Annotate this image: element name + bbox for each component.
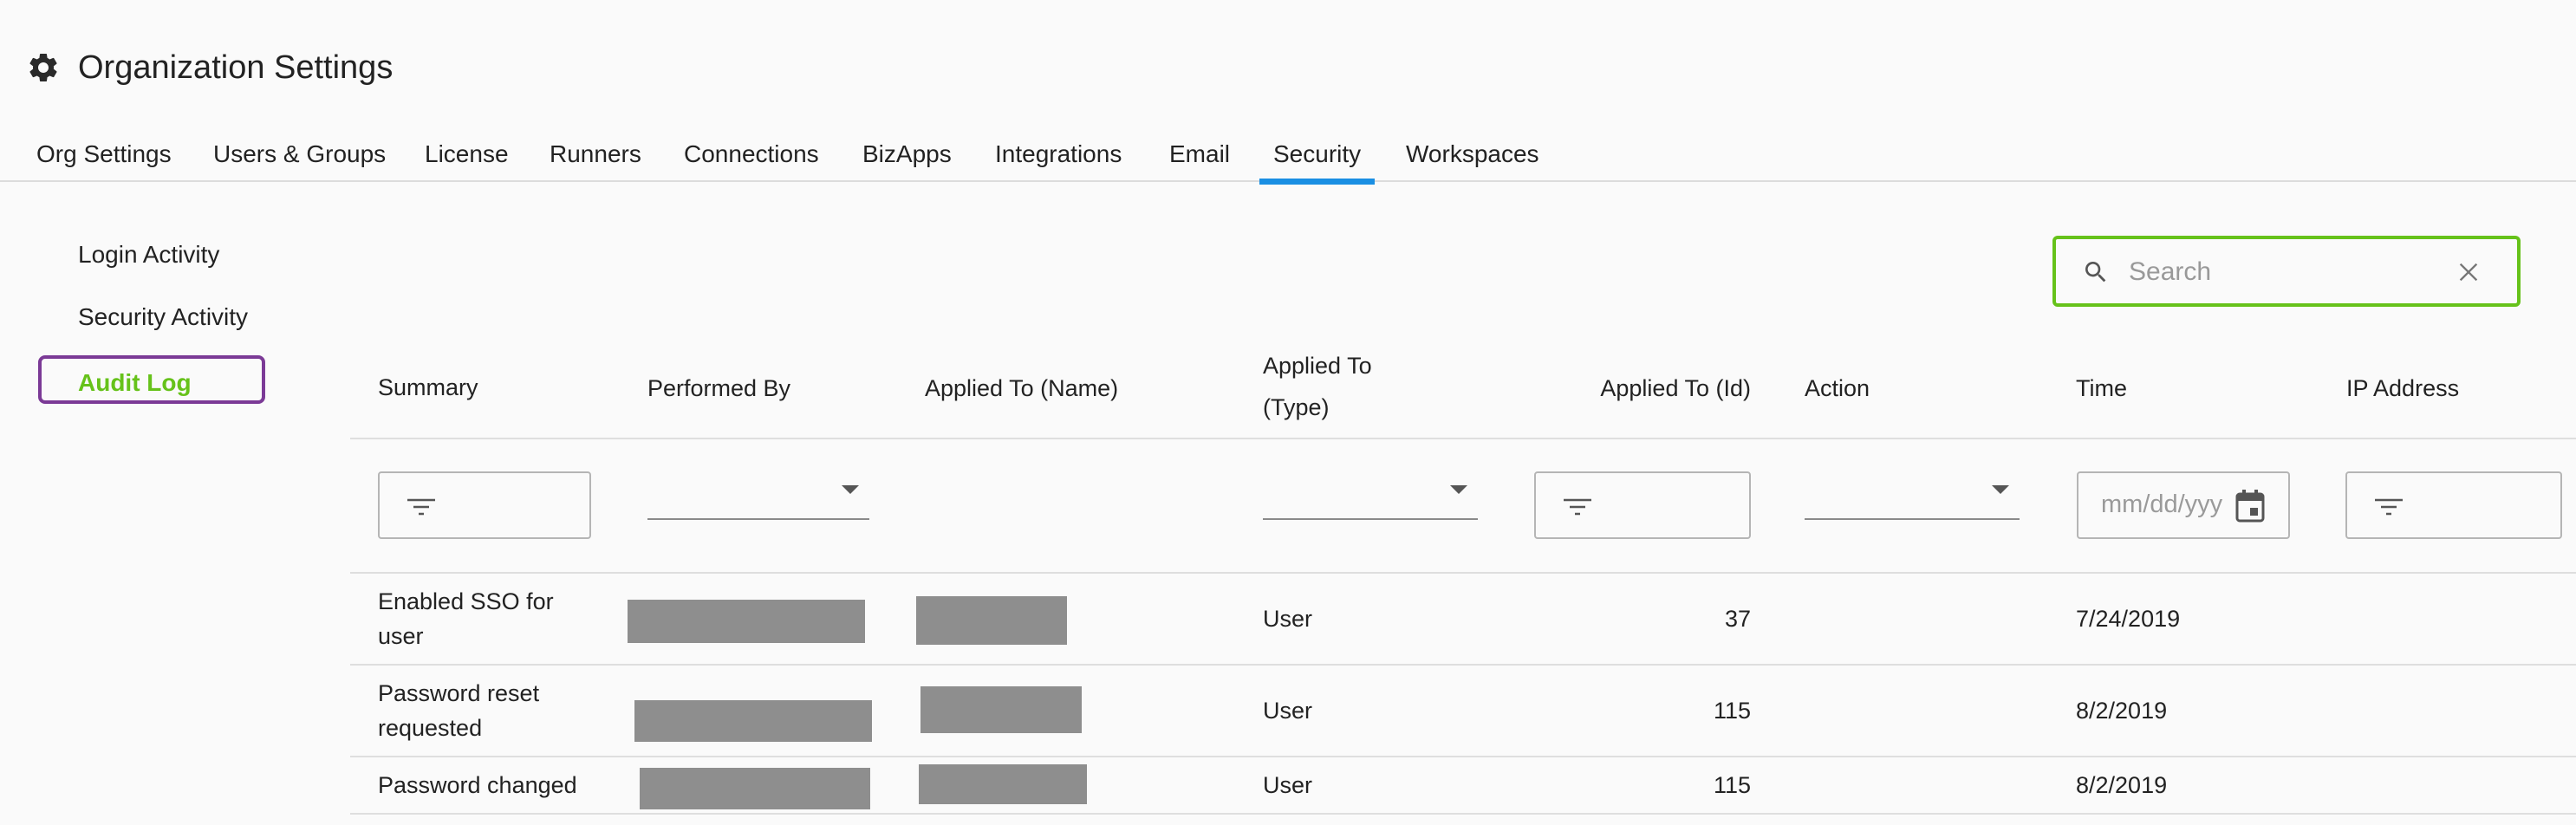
column-header-applied-to-id[interactable]: Applied To (Id) [1491,367,1751,409]
sidebar-item-audit-log[interactable]: Audit Log [38,355,265,404]
cell-time: 8/2/2019 [2076,772,2168,798]
cell-time: 8/2/2019 [2076,698,2168,724]
cell-summary: Password reset requested [378,680,540,741]
settings-tabs: Org Settings Users & Groups License Runn… [0,130,2576,185]
redacted-performed-by [640,768,870,809]
filter-icon [406,494,437,520]
tab-email[interactable]: Email [1169,140,1230,168]
column-header-applied-to-name[interactable]: Applied To (Name) [925,367,1118,409]
redacted-performed-by [634,700,872,742]
cell-summary: Enabled SSO for user [378,588,554,649]
row-divider [350,756,2576,757]
applied-to-id-filter-input[interactable] [1534,471,1751,539]
cell-applied-to-type: User [1263,772,1313,798]
dropdown-caret-icon [1992,485,2009,494]
filter-icon [1562,494,1593,520]
redacted-applied-to-name [920,686,1082,733]
redacted-applied-to-name [916,596,1067,645]
sidebar-item-login-activity[interactable]: Login Activity [78,241,219,269]
dropdown-caret-icon [1450,485,1467,494]
search-icon [2082,258,2110,286]
redacted-performed-by [628,600,865,643]
clear-search-icon[interactable] [2455,258,2482,286]
page-title: Organization Settings [78,49,394,86]
tab-workspaces[interactable]: Workspaces [1406,140,1539,168]
tab-users-groups[interactable]: Users & Groups [213,140,386,168]
cell-applied-to-id: 115 [1713,698,1751,724]
ip-address-filter-input[interactable] [2345,471,2562,539]
performed-by-dropdown[interactable] [647,477,869,520]
sidebar-item-security-activity[interactable]: Security Activity [78,303,248,331]
tab-license[interactable]: License [425,140,509,168]
header-divider [350,438,2576,439]
time-date-input[interactable]: mm/dd/yyyy [2077,471,2290,539]
column-header-summary[interactable]: Summary [378,367,478,408]
column-header-ip-address[interactable]: IP Address [2346,367,2459,409]
cell-summary: Password changed [378,772,577,798]
cell-applied-to-id: 115 [1713,772,1751,798]
column-header-applied-to-type[interactable]: Applied To (Type) [1263,345,1419,428]
summary-filter-input[interactable] [378,471,591,539]
filter-divider [350,572,2576,574]
cell-applied-to-id: 37 [1724,606,1751,632]
column-header-time[interactable]: Time [2076,367,2127,409]
page-header: Organization Settings [26,40,393,95]
sidebar-item-label: Audit Log [78,369,192,396]
dropdown-caret-icon [842,485,859,494]
tab-integrations[interactable]: Integrations [995,140,1122,168]
redacted-applied-to-name [919,764,1087,804]
date-placeholder: mm/dd/yyyy [2101,490,2222,518]
row-divider [350,664,2576,666]
filter-icon [2373,494,2404,520]
row-divider [350,813,2576,815]
calendar-icon[interactable] [2234,489,2266,523]
tab-bizapps[interactable]: BizApps [862,140,952,168]
cell-time: 7/24/2019 [2076,606,2181,632]
tab-connections[interactable]: Connections [684,140,819,168]
cell-applied-to-type: User [1263,698,1313,724]
column-header-performed-by[interactable]: Performed By [647,367,790,409]
search-input[interactable] [2127,253,2434,291]
cell-applied-to-type: User [1263,606,1313,632]
search-box [2052,236,2521,307]
tab-runners[interactable]: Runners [550,140,641,168]
gear-icon [26,50,61,85]
action-dropdown[interactable] [1805,477,2020,520]
tab-security[interactable]: Security [1259,140,1376,185]
column-header-action[interactable]: Action [1805,367,1870,409]
applied-to-type-dropdown[interactable] [1263,477,1478,520]
tab-org-settings[interactable]: Org Settings [36,140,172,168]
